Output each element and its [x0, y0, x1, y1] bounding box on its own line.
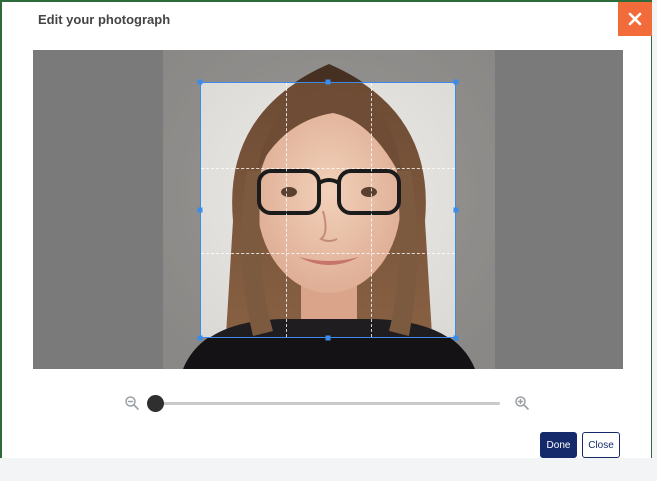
zoom-in-icon[interactable]: [514, 395, 530, 411]
zoom-slider-track[interactable]: [154, 402, 500, 405]
zoom-out-icon[interactable]: [124, 395, 140, 411]
crop-handle-top-right[interactable]: [453, 79, 459, 85]
crop-handle-bottom-left[interactable]: [197, 335, 203, 341]
crop-preview: [201, 83, 455, 337]
crop-handle-top[interactable]: [325, 79, 331, 85]
crop-handle-left[interactable]: [197, 207, 203, 213]
page-background: [0, 458, 657, 481]
zoom-slider-thumb[interactable]: [147, 395, 164, 412]
crop-handle-bottom[interactable]: [325, 335, 331, 341]
crop-guide-horizontal-2: [201, 253, 455, 254]
crop-guide-horizontal-1: [201, 168, 455, 169]
close-dialog-button[interactable]: [618, 2, 652, 36]
close-icon: [628, 12, 642, 26]
crop-guide-vertical-1: [286, 83, 287, 337]
close-button[interactable]: Close: [582, 432, 620, 458]
crop-canvas[interactable]: [33, 50, 623, 369]
zoom-control: [124, 395, 534, 413]
crop-handle-right[interactable]: [453, 207, 459, 213]
crop-guide-vertical-2: [371, 83, 372, 337]
crop-preview-illustration: [201, 83, 455, 337]
crop-handle-bottom-right[interactable]: [453, 335, 459, 341]
crop-selection[interactable]: [200, 82, 456, 338]
dialog-title: Edit your photograph: [38, 12, 171, 27]
crop-handle-top-left[interactable]: [197, 79, 203, 85]
done-button[interactable]: Done: [540, 432, 577, 458]
